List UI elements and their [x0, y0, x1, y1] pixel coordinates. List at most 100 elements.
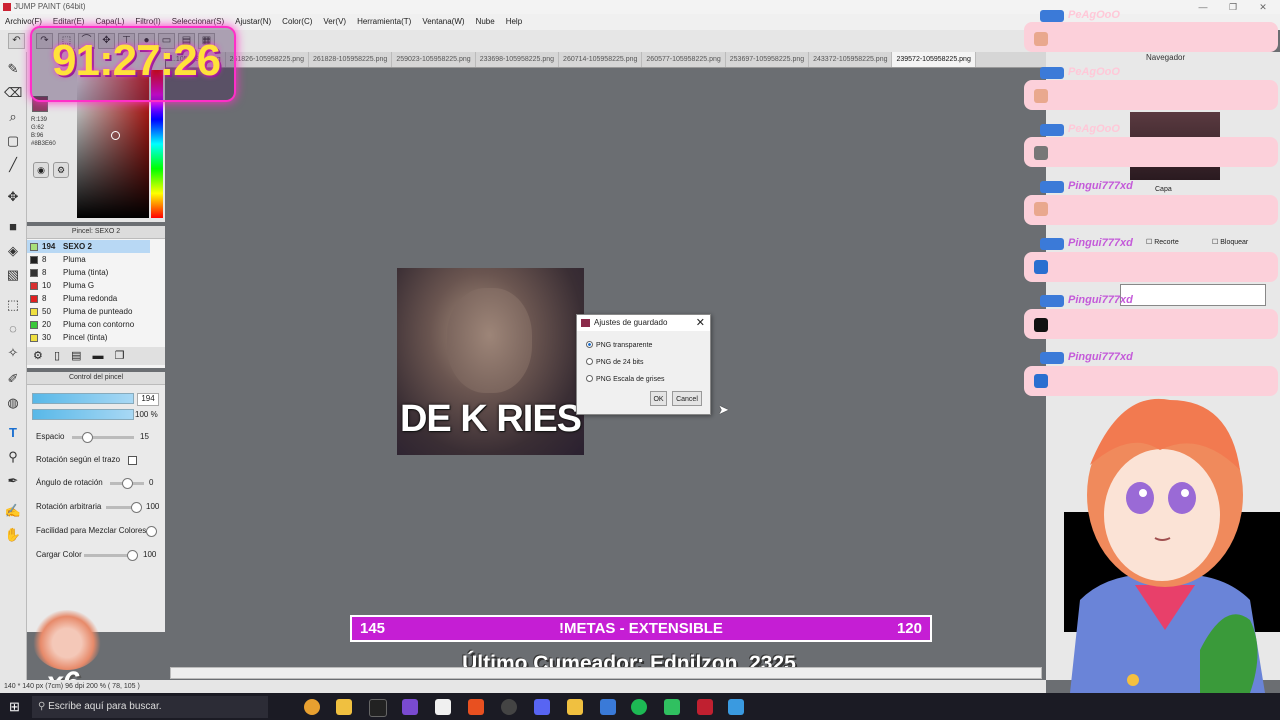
- brush-item[interactable]: 8 Pluma (tinta): [27, 266, 150, 279]
- gradient-tool-icon[interactable]: ▧: [4, 266, 22, 284]
- bucket-tool-icon[interactable]: ◈: [4, 242, 22, 260]
- rotate-with-stroke-checkbox[interactable]: [128, 456, 137, 465]
- rect-tool-icon[interactable]: ▢: [4, 132, 22, 150]
- menu-nube[interactable]: Nube: [476, 17, 495, 26]
- app-icon[interactable]: [728, 699, 744, 715]
- copy-brush-icon[interactable]: ▤: [71, 350, 81, 362]
- dropper-tool-icon[interactable]: ⌕: [4, 108, 22, 126]
- brush-item[interactable]: 8 Pluma: [27, 253, 150, 266]
- menu-color[interactable]: Color(C): [282, 17, 312, 26]
- pen-tool-icon[interactable]: ✎: [4, 60, 22, 78]
- horizontal-scrollbar[interactable]: [170, 667, 1042, 679]
- arbitrary-rotation-knob[interactable]: [131, 502, 142, 513]
- color-picker-cursor[interactable]: [111, 131, 120, 140]
- line-tool-icon[interactable]: ╱: [4, 156, 22, 174]
- option-png-24bit[interactable]: PNG de 24 bits: [586, 358, 643, 367]
- brush-tool-icon[interactable]: ✒: [4, 472, 22, 490]
- discord-icon[interactable]: [534, 699, 550, 715]
- brush-item[interactable]: 10 Pluma G: [27, 279, 150, 292]
- app-icon[interactable]: [664, 699, 680, 715]
- shape-tool-icon[interactable]: ■: [4, 218, 22, 236]
- minimize-button[interactable]: —: [1188, 0, 1218, 14]
- clip-checkbox-label[interactable]: ☐ Recorte: [1146, 238, 1179, 246]
- settings-icon[interactable]: ⚙: [53, 162, 69, 178]
- rotation-angle-knob[interactable]: [122, 478, 133, 489]
- folder-icon[interactable]: [567, 699, 583, 715]
- cancel-button[interactable]: Cancel: [672, 391, 702, 406]
- close-button[interactable]: ✕: [1248, 0, 1278, 14]
- tab[interactable]: 261828-105958225.png: [309, 52, 393, 67]
- brush-size-value[interactable]: 194: [137, 393, 159, 406]
- spotify-icon[interactable]: [631, 699, 647, 715]
- menu-help[interactable]: Help: [506, 17, 522, 26]
- app-icon[interactable]: [600, 699, 616, 715]
- menu-ajustar[interactable]: Ajustar(N): [235, 17, 271, 26]
- add-brush-icon[interactable]: ⚙: [33, 350, 43, 362]
- lock-checkbox-label[interactable]: ☐ Bloquear: [1212, 238, 1248, 246]
- option-png-grayscale[interactable]: PNG Escala de grises: [586, 375, 664, 384]
- spacing-knob[interactable]: [82, 432, 93, 443]
- obs-icon[interactable]: [501, 699, 517, 715]
- brush-item[interactable]: 30 Pincel (tinta): [27, 331, 150, 344]
- smudge-tool-icon[interactable]: ✍: [4, 502, 22, 520]
- lasso-tool-icon[interactable]: ◌: [4, 320, 22, 338]
- new-brush-icon[interactable]: ▯: [54, 350, 60, 362]
- select-tool-icon[interactable]: ⬚: [4, 296, 22, 314]
- pencil-tool-icon[interactable]: ✐: [4, 370, 22, 388]
- dialog-close-icon[interactable]: ✕: [696, 315, 705, 331]
- jump-paint-icon[interactable]: [697, 699, 713, 715]
- tab[interactable]: 261826-105958225.png: [226, 52, 309, 67]
- layer-row[interactable]: [1120, 284, 1266, 306]
- brush-opacity-bar[interactable]: [32, 409, 134, 420]
- tab[interactable]: 260714-105958225.png: [559, 52, 643, 67]
- folder-icon[interactable]: [336, 699, 352, 715]
- menu-ver[interactable]: Ver(V): [323, 17, 346, 26]
- brush-size-bar[interactable]: [32, 393, 134, 404]
- taskbar-search[interactable]: ⚲ Escribe aquí para buscar.: [32, 696, 268, 718]
- blur-tool-icon[interactable]: ◍: [4, 394, 22, 412]
- duplicate-icon[interactable]: ❐: [115, 350, 125, 362]
- brush-item[interactable]: 50 Pluma de punteado: [27, 305, 150, 318]
- menu-herramienta[interactable]: Herramienta(T): [357, 17, 411, 26]
- undo-icon[interactable]: ↶: [8, 33, 25, 49]
- windows-start-icon[interactable]: ⊞: [9, 700, 23, 714]
- wand-tool-icon[interactable]: ✧: [4, 344, 22, 362]
- lock-label: Bloquear: [1220, 239, 1249, 246]
- radio-icon[interactable]: [586, 375, 593, 382]
- menu-editar[interactable]: Editar(E): [53, 17, 85, 26]
- palette-icon[interactable]: ◉: [33, 162, 49, 178]
- notion-icon[interactable]: [369, 699, 387, 717]
- maximize-button[interactable]: ❐: [1218, 0, 1248, 14]
- radio-icon[interactable]: [586, 358, 593, 365]
- menu-archivo[interactable]: Archivo(F): [5, 17, 42, 26]
- tab-active[interactable]: 239572-105958225.png: [892, 52, 976, 67]
- text-tool-icon[interactable]: T: [4, 424, 22, 442]
- tab[interactable]: 259023-105958225.png: [392, 52, 476, 67]
- tab[interactable]: 243372-105958225.png: [809, 52, 893, 67]
- ok-button[interactable]: OK: [650, 391, 667, 406]
- tab[interactable]: 233698-105958225.png: [476, 52, 560, 67]
- move-tool-icon[interactable]: ✥: [4, 188, 22, 206]
- color-mix-knob[interactable]: [146, 526, 157, 537]
- menu-ventana[interactable]: Ventana(W): [422, 17, 464, 26]
- tab[interactable]: 260577-105958225.png: [642, 52, 726, 67]
- eraser-tool-icon[interactable]: ⌫: [4, 84, 22, 102]
- app-icon[interactable]: [304, 699, 320, 715]
- store-icon[interactable]: [435, 699, 451, 715]
- hand-tool-icon[interactable]: ✋: [4, 526, 22, 544]
- menu-filtro[interactable]: Filtro(I): [135, 17, 160, 26]
- zoom-tool-icon[interactable]: ⚲: [4, 448, 22, 466]
- menu-capa[interactable]: Capa(L): [95, 17, 124, 26]
- brush-item[interactable]: 194 SEXO 2: [27, 240, 150, 253]
- canvas-image[interactable]: DE K RIES: [397, 268, 584, 455]
- menu-seleccionar[interactable]: Seleccionar(S): [172, 17, 224, 26]
- brush-item[interactable]: 20 Pluma con contorno: [27, 318, 150, 331]
- load-color-knob[interactable]: [127, 550, 138, 561]
- tab[interactable]: 253697-105958225.png: [726, 52, 810, 67]
- brush-item[interactable]: 8 Pluma redonda: [27, 292, 150, 305]
- brave-icon[interactable]: [468, 699, 484, 715]
- radio-checked-icon[interactable]: [586, 341, 593, 348]
- option-png-transparent[interactable]: PNG transparente: [586, 341, 652, 350]
- folder-icon[interactable]: ▬: [93, 350, 104, 362]
- pen-app-icon[interactable]: [402, 699, 418, 715]
